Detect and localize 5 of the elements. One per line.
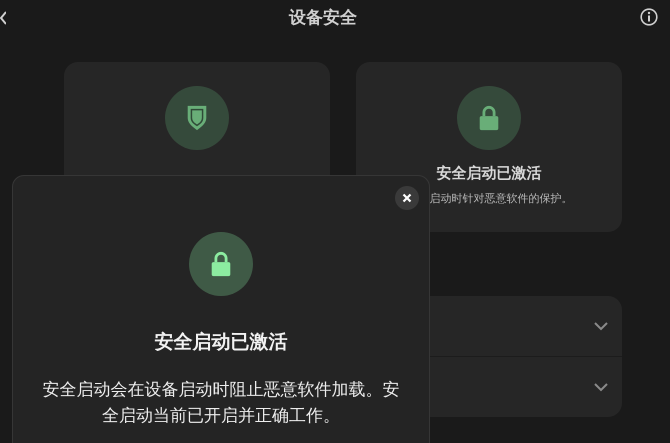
dialog-title: 安全启动已激活 — [154, 330, 288, 355]
card-title: 安全启动已激活 — [436, 164, 542, 183]
page-title: 设备安全 — [289, 6, 357, 28]
dialog-body: 安全启动会在设备启动时阻止恶意软件加载。安全启动当前已开启并正确工作。 — [42, 379, 400, 428]
card-description: 启动时针对恶意软件的保护。 — [430, 191, 572, 206]
